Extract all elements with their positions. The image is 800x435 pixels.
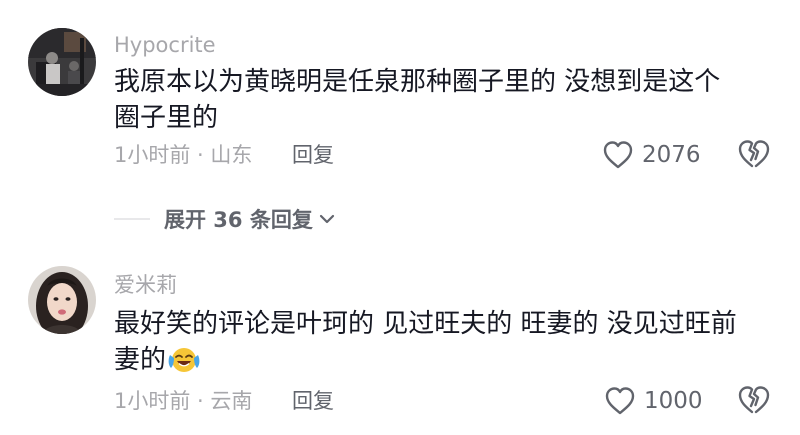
heart-icon xyxy=(605,387,635,415)
username[interactable]: Hypocrite xyxy=(114,33,216,57)
like-count: 2076 xyxy=(642,142,701,168)
like-count: 1000 xyxy=(644,388,703,414)
chevron-down-icon xyxy=(319,214,334,224)
divider xyxy=(114,218,150,220)
time-location: 1小时前 · 山东 xyxy=(114,143,253,167)
dislike-button[interactable] xyxy=(737,384,771,418)
broken-heart-icon xyxy=(738,140,770,168)
reply-button[interactable]: 回复 xyxy=(292,388,334,414)
user-photo-dark-room-icon xyxy=(28,28,96,96)
comment-text: 我原本以为黄晓明是任泉那种圈子里的 没想到是这个 圈子里的 xyxy=(114,64,764,136)
heart-icon xyxy=(603,141,633,169)
comment-text-line: 圈子里的 xyxy=(114,103,219,133)
avatar[interactable] xyxy=(28,28,96,96)
comment-text-line: 我原本以为黄晓明是任泉那种圈子里的 没想到是这个 xyxy=(114,67,721,97)
user-photo-woman-portrait-icon xyxy=(28,266,96,334)
expand-replies-button[interactable]: 展开 36 条回复 xyxy=(114,203,337,235)
comment-text: 最好笑的评论是叶珂的 见过旺夫的 旺妻的 没见过旺前 妻的 xyxy=(114,306,764,378)
comment-text-line-2: 妻的 xyxy=(114,342,764,378)
time-location: 1小时前 · 云南 xyxy=(114,389,253,413)
broken-heart-icon xyxy=(738,386,770,414)
laughing-crying-emoji-icon xyxy=(168,348,200,372)
expand-replies-label: 展开 36 条回复 xyxy=(164,208,313,232)
reply-button[interactable]: 回复 xyxy=(292,142,334,168)
username[interactable]: 爱米莉 xyxy=(114,273,177,297)
comment-text-line: 最好笑的评论是叶珂的 见过旺夫的 旺妻的 没见过旺前 xyxy=(114,309,737,339)
comment-list: Hypocrite 我原本以为黄晓明是任泉那种圈子里的 没想到是这个 圈子里的 … xyxy=(0,0,800,435)
dislike-button[interactable] xyxy=(737,138,771,172)
like-button[interactable]: 2076 xyxy=(602,138,701,172)
like-button[interactable]: 1000 xyxy=(604,384,703,418)
comment-text-fragment: 妻的 xyxy=(114,345,167,375)
avatar[interactable] xyxy=(28,266,96,334)
